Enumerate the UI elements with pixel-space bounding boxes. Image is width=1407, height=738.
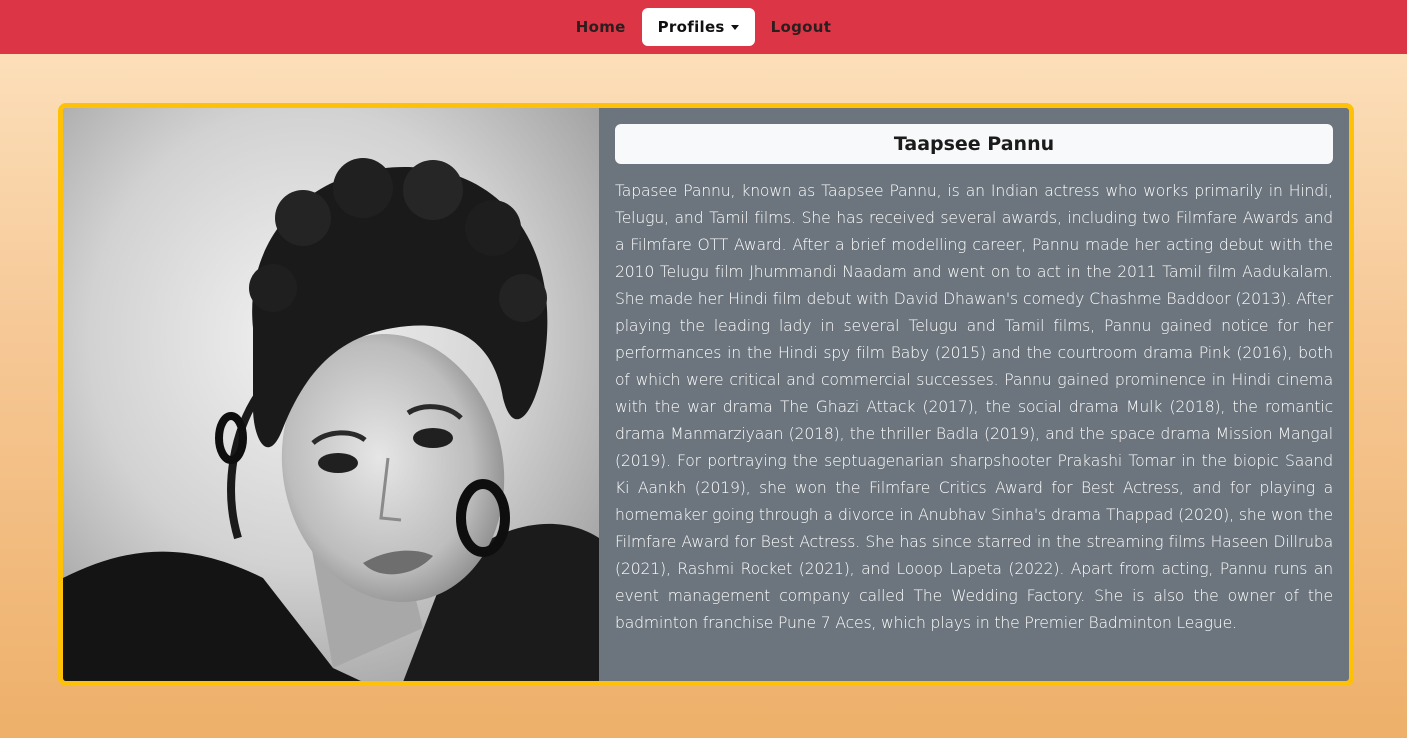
- profile-bio: Tapasee Pannu, known as Taapsee Pannu, i…: [615, 182, 1333, 632]
- top-navbar: Home Profiles Logout: [0, 0, 1407, 54]
- profile-name-box: Taapsee Pannu: [615, 124, 1333, 164]
- profile-name: Taapsee Pannu: [893, 133, 1055, 155]
- nav-profiles-dropdown[interactable]: Profiles: [641, 8, 755, 46]
- nav-home-link[interactable]: Home: [560, 8, 642, 46]
- profile-content: Taapsee Pannu Tapasee Pannu, known as Ta…: [599, 108, 1349, 681]
- profile-card: Taapsee Pannu Tapasee Pannu, known as Ta…: [58, 103, 1354, 686]
- portrait-illustration: [63, 108, 599, 681]
- nav-logout-link[interactable]: Logout: [755, 8, 848, 46]
- nav-links: Home Profiles Logout: [560, 8, 847, 46]
- nav-profiles-label: Profiles: [657, 18, 725, 36]
- chevron-down-icon: [730, 25, 739, 30]
- profile-photo: [63, 108, 599, 681]
